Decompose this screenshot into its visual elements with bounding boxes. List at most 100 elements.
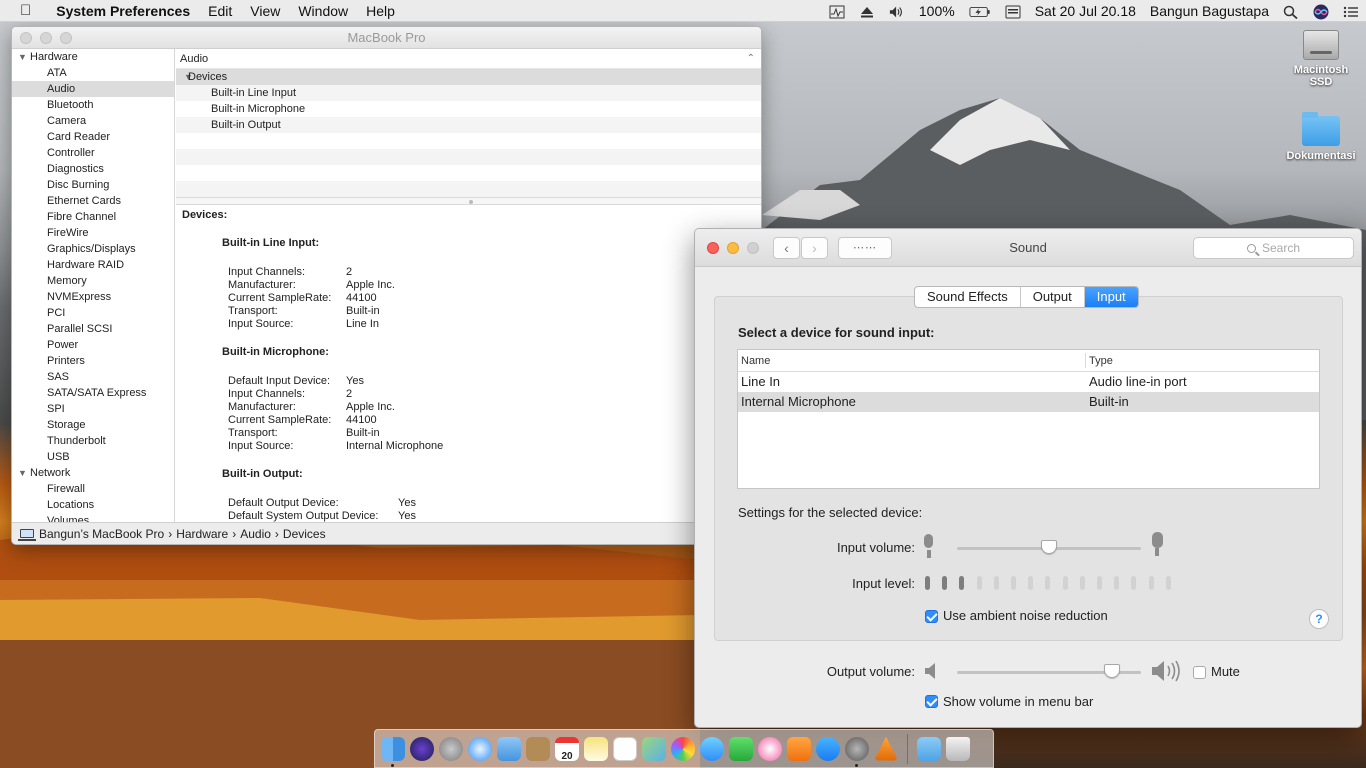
sidebar-item[interactable]: USB — [12, 449, 174, 465]
clock-datetime[interactable]: Sat 20 Jul 20.18 — [1028, 0, 1143, 22]
sidebar-group-header[interactable]: ▼ Hardware — [12, 49, 174, 65]
minimize-button[interactable] — [40, 32, 52, 44]
sidebar-item[interactable]: Printers — [12, 353, 174, 369]
notification-center-icon[interactable] — [1336, 0, 1366, 22]
sidebar-item[interactable]: Power — [12, 337, 174, 353]
tree-parent-row[interactable]: ▼Devices — [176, 69, 761, 85]
window-titlebar[interactable]: MacBook Pro — [12, 27, 761, 49]
keyboard-input-icon[interactable] — [998, 0, 1028, 22]
battery-icon[interactable] — [962, 0, 998, 22]
sidebar-item[interactable]: Diagnostics — [12, 161, 174, 177]
sort-caret-icon[interactable]: ⌃ — [747, 49, 755, 69]
disclosure-triangle-icon[interactable]: ▼ — [176, 69, 193, 85]
menu-window[interactable]: Window — [289, 0, 357, 22]
search-input[interactable]: Search — [1193, 237, 1354, 259]
photos-icon[interactable] — [671, 736, 695, 761]
mail-icon[interactable] — [497, 736, 521, 761]
menu-help[interactable]: Help — [357, 0, 404, 22]
sidebar-item[interactable]: Card Reader — [12, 129, 174, 145]
zoom-button[interactable] — [747, 242, 759, 254]
apple-menu-icon[interactable]:  — [0, 0, 47, 22]
column-header-type[interactable]: Type — [1089, 350, 1113, 372]
tree-row[interactable]: Built-in Output — [176, 117, 761, 133]
breadcrumb-item[interactable]: Bangun’s MacBook Pro — [39, 524, 164, 544]
siri-icon[interactable] — [1306, 0, 1336, 22]
menu-app-name[interactable]: System Preferences — [47, 0, 199, 22]
zoom-button[interactable] — [60, 32, 72, 44]
sidebar-item[interactable]: SPI — [12, 401, 174, 417]
sidebar-item[interactable]: Ethernet Cards — [12, 193, 174, 209]
help-button[interactable]: ? — [1309, 609, 1329, 629]
menu-edit[interactable]: Edit — [199, 0, 241, 22]
forward-button[interactable]: › — [801, 237, 828, 259]
sidebar-item[interactable]: Memory — [12, 273, 174, 289]
dokumentasi-folder-desktop-icon[interactable]: Dokumentasi — [1281, 112, 1361, 162]
sidebar-group-header[interactable]: ▼ Network — [12, 465, 174, 481]
sidebar-item[interactable]: NVMExpress — [12, 289, 174, 305]
app-store-icon[interactable] — [816, 736, 840, 761]
sidebar-item[interactable]: PCI — [12, 305, 174, 321]
battery-percentage[interactable]: 100% — [912, 0, 962, 22]
table-row[interactable]: Line In Audio line-in port — [738, 372, 1319, 392]
tab-output[interactable]: Output — [1021, 287, 1085, 307]
spotlight-search-icon[interactable] — [1276, 0, 1306, 22]
reminders-icon[interactable] — [613, 736, 637, 761]
sidebar-item[interactable]: FireWire — [12, 225, 174, 241]
safari-icon[interactable] — [468, 736, 492, 761]
user-name[interactable]: Bangun Bagustapa — [1143, 0, 1276, 22]
close-button[interactable] — [707, 242, 719, 254]
sidebar-item[interactable]: Fibre Channel — [12, 209, 174, 225]
tab-input[interactable]: Input — [1084, 287, 1138, 307]
sidebar-item[interactable]: Hardware RAID — [12, 257, 174, 273]
contacts-icon[interactable] — [526, 736, 550, 761]
ambient-noise-checkbox[interactable] — [925, 610, 938, 623]
mute-checkbox[interactable] — [1193, 666, 1206, 679]
table-row[interactable]: Internal Microphone Built-in — [738, 392, 1319, 412]
ambient-noise-label[interactable]: Use ambient noise reduction — [943, 608, 1108, 623]
output-volume-slider[interactable] — [1103, 664, 1120, 678]
sidebar-item[interactable]: Graphics/Displays — [12, 241, 174, 257]
ibooks-icon[interactable] — [787, 736, 811, 761]
sidebar-item[interactable]: Thunderbolt — [12, 433, 174, 449]
show-volume-label[interactable]: Show volume in menu bar — [943, 694, 1093, 709]
disclosure-triangle-icon[interactable]: ▼ — [18, 49, 30, 65]
macintosh-ssd-desktop-icon[interactable]: Macintosh SSD — [1281, 30, 1361, 88]
window-titlebar[interactable]: ‹ › ⋯⋯ Sound Search — [695, 229, 1361, 267]
sidebar-item[interactable]: SAS — [12, 369, 174, 385]
sidebar-item[interactable]: Bluetooth — [12, 97, 174, 113]
show-volume-checkbox[interactable] — [925, 695, 938, 708]
split-view-divider[interactable] — [176, 197, 761, 205]
messages-icon[interactable] — [700, 736, 724, 761]
tree-row[interactable]: Built-in Line Input — [176, 85, 761, 101]
tab-sound-effects[interactable]: Sound Effects — [915, 287, 1021, 307]
sidebar-item[interactable]: Controller — [12, 145, 174, 161]
disclosure-triangle-icon[interactable]: ▼ — [18, 465, 30, 481]
calendar-icon[interactable]: 20 — [555, 736, 579, 762]
breadcrumb-item[interactable]: Audio — [240, 524, 271, 544]
breadcrumb-item[interactable]: Devices — [283, 524, 326, 544]
sidebar-item[interactable]: Audio — [12, 81, 174, 97]
downloads-folder-icon[interactable] — [917, 736, 941, 761]
mute-label[interactable]: Mute — [1211, 664, 1240, 679]
sidebar-item[interactable]: ATA — [12, 65, 174, 81]
show-all-button[interactable]: ⋯⋯ — [838, 237, 892, 259]
finder-icon[interactable] — [381, 736, 405, 767]
launchpad-icon[interactable] — [439, 736, 463, 761]
sidebar-item[interactable]: Volumes — [12, 513, 174, 522]
breadcrumb-item[interactable]: Hardware — [176, 524, 228, 544]
sidebar-item[interactable]: Firewall — [12, 481, 174, 497]
volume-icon[interactable] — [882, 0, 912, 22]
activity-monitor-icon[interactable] — [822, 0, 852, 22]
trash-icon[interactable] — [946, 736, 970, 761]
system-preferences-icon[interactable] — [845, 736, 869, 767]
column-header-name[interactable]: Name — [741, 350, 770, 372]
sidebar-item[interactable]: Locations — [12, 497, 174, 513]
sidebar-item[interactable]: Storage — [12, 417, 174, 433]
sidebar-item[interactable]: Parallel SCSI — [12, 321, 174, 337]
facetime-icon[interactable] — [729, 736, 753, 761]
maps-icon[interactable] — [642, 736, 666, 761]
close-button[interactable] — [20, 32, 32, 44]
sidebar-item[interactable]: SATA/SATA Express — [12, 385, 174, 401]
menu-view[interactable]: View — [241, 0, 289, 22]
back-button[interactable]: ‹ — [773, 237, 800, 259]
